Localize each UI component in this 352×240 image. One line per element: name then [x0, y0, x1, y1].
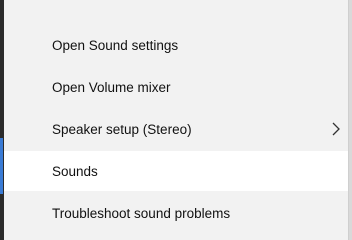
menu-item-open-sound-settings[interactable]: Open Sound settings [4, 25, 348, 65]
menu-item-speaker-setup[interactable]: Speaker setup (Stereo) [4, 109, 348, 149]
desktop-background: Open Sound settings Open Volume mixer Sp… [0, 0, 352, 240]
sound-context-menu: Open Sound settings Open Volume mixer Sp… [4, 0, 349, 240]
window-edge-accent [0, 138, 3, 194]
menu-item-label: Open Sound settings [52, 37, 179, 53]
menu-item-label: Troubleshoot sound problems [52, 205, 231, 221]
menu-item-label: Speaker setup (Stereo) [52, 121, 192, 137]
menu-item-sounds[interactable]: Sounds [4, 151, 348, 191]
menu-item-label: Open Volume mixer [52, 79, 171, 95]
menu-item-open-volume-mixer[interactable]: Open Volume mixer [4, 67, 348, 107]
menu-item-label: Sounds [52, 163, 98, 179]
chevron-right-icon [332, 122, 340, 136]
menu-item-troubleshoot[interactable]: Troubleshoot sound problems [4, 193, 348, 233]
